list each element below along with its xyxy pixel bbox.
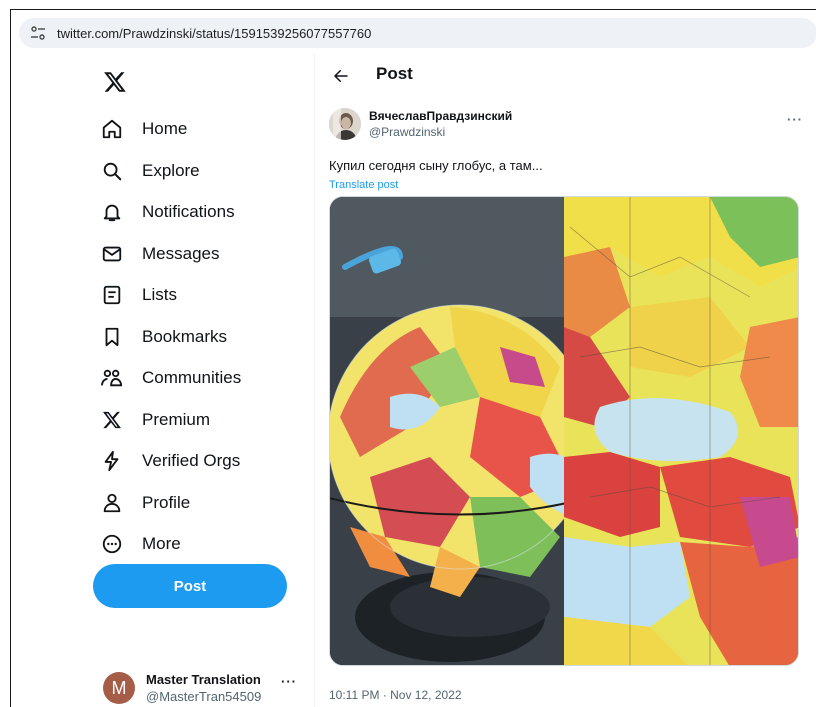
sidebar-item-profile[interactable]: Profile (99, 483, 190, 523)
sidebar-item-label: Messages (142, 244, 220, 263)
avatar: M (103, 672, 135, 704)
translate-link[interactable]: Translate post (329, 179, 398, 191)
sidebar-item-premium[interactable]: Premium (99, 400, 210, 440)
search-icon (99, 158, 125, 184)
sidebar-item-label: Home (142, 119, 188, 138)
sidebar-item-label: Communities (142, 368, 242, 387)
browser-window: twitter.com/Prawdzinski/status/159153925… (10, 9, 816, 707)
sidebar-item-label: Notifications (142, 202, 235, 221)
account-menu-icon[interactable]: ··· (281, 674, 297, 689)
post-image[interactable] (329, 196, 799, 666)
home-icon (99, 116, 125, 142)
post-author: ВячеславПравдзинский @Prawdzinski ··· (329, 108, 805, 144)
back-arrow-icon[interactable] (329, 64, 353, 88)
post-button[interactable]: Post (93, 564, 287, 608)
sidebar-item-lists[interactable]: Lists (99, 275, 177, 315)
sidebar-item-verified-orgs[interactable]: Verified Orgs (99, 441, 240, 481)
post-header: Post (315, 54, 815, 98)
sidebar-item-label: Verified Orgs (142, 451, 241, 470)
bookmark-icon (99, 324, 125, 350)
x-icon (99, 407, 125, 433)
sidebar-item-more[interactable]: More (99, 524, 181, 564)
more-circle-icon (99, 531, 125, 557)
url-text[interactable]: twitter.com/Prawdzinski/status/159153925… (57, 26, 371, 41)
sidebar-item-label: More (142, 534, 181, 553)
person-icon (99, 490, 125, 516)
address-bar[interactable]: twitter.com/Prawdzinski/status/159153925… (19, 18, 816, 48)
sidebar-item-label: Profile (142, 493, 191, 512)
people-icon (99, 365, 125, 391)
sidebar-item-communities[interactable]: Communities (99, 358, 241, 398)
envelope-icon (99, 241, 125, 267)
author-avatar[interactable] (329, 108, 361, 140)
sidebar-nav: Home Explore Notifications Messages List… (11, 54, 314, 707)
sidebar-item-notifications[interactable]: Notifications (99, 192, 235, 232)
sidebar-item-label: Explore (142, 161, 200, 180)
sidebar-item-label: Bookmarks (142, 327, 228, 346)
post-timestamp[interactable]: 10:11 PM · Nov 12, 2022 (329, 688, 462, 702)
account-handle: @MasterTran54509 (146, 689, 262, 704)
sidebar-item-explore[interactable]: Explore (99, 151, 200, 191)
sidebar-item-label: Premium (142, 410, 211, 429)
post-detail: Post ВячеславПравдзинский @Prawdzinski ·… (315, 54, 816, 707)
account-display-name: Master Translation (146, 672, 261, 687)
author-display-name[interactable]: ВячеславПравдзинский (369, 109, 512, 123)
page-title: Post (376, 64, 413, 83)
sidebar-item-label: Lists (142, 285, 177, 304)
more-options-icon[interactable]: ··· (787, 112, 803, 127)
post-text: Купил сегодня сыну глобус, а там... (329, 158, 543, 173)
lightning-icon (99, 448, 125, 474)
sidebar-item-messages[interactable]: Messages (99, 234, 219, 274)
account-switcher[interactable]: M Master Translation @MasterTran54509 ··… (103, 666, 303, 707)
sidebar-item-home[interactable]: Home (99, 109, 187, 149)
author-handle[interactable]: @Prawdzinski (369, 125, 445, 139)
bell-icon (99, 199, 125, 225)
sidebar-item-bookmarks[interactable]: Bookmarks (99, 317, 227, 357)
x-logo[interactable] (103, 70, 129, 96)
site-settings-icon[interactable] (29, 24, 47, 42)
list-icon (99, 282, 125, 308)
